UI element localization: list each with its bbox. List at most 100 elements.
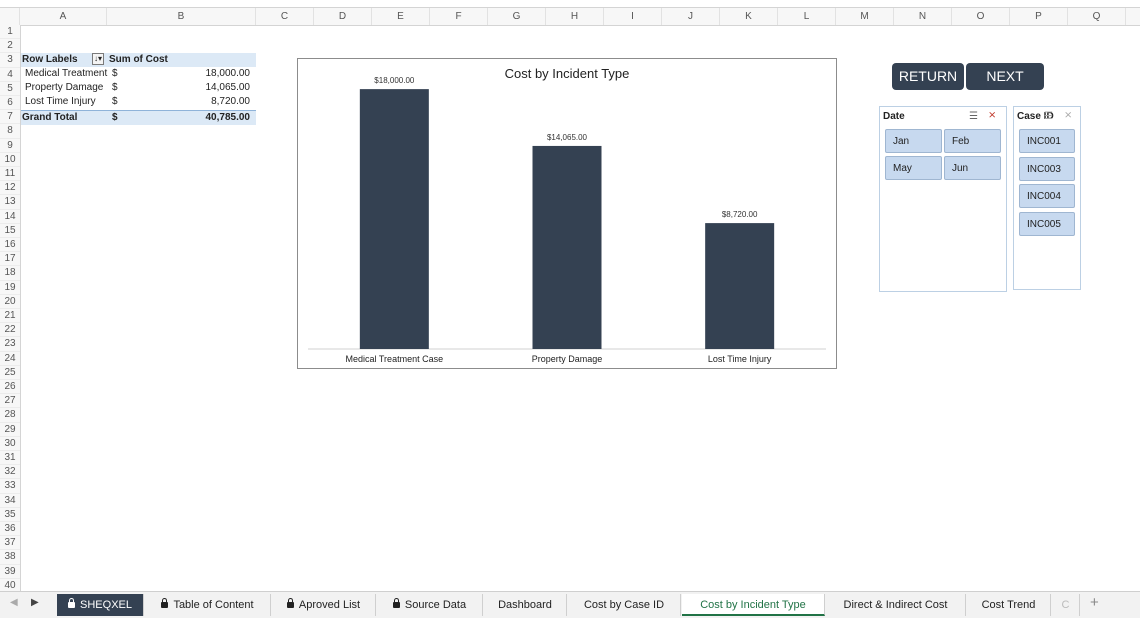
row-header[interactable]: 13 (0, 195, 20, 210)
sheet-tab-label: Cost by Case ID (583, 599, 665, 611)
row-header[interactable]: 35 (0, 508, 20, 522)
bar-data-label: $8,720.00 (722, 210, 758, 219)
row-header[interactable]: 24 (0, 352, 20, 366)
row-header[interactable]: 16 (0, 238, 20, 253)
next-button[interactable]: NEXT (966, 63, 1044, 90)
sheet-tab[interactable]: Cost by Case ID (568, 594, 681, 616)
row-header[interactable]: 29 (0, 423, 20, 437)
row-header[interactable]: 8 (0, 124, 20, 139)
pivot-row-currency: $ (112, 68, 118, 79)
case-slicer-item[interactable]: INC004 (1019, 184, 1075, 208)
column-header-i[interactable]: I (604, 8, 662, 25)
row-header[interactable]: 21 (0, 309, 20, 324)
column-header-e[interactable]: E (372, 8, 430, 25)
column-header-l[interactable]: L (778, 8, 836, 25)
case-id-slicer[interactable]: Case ID ☰ ⨯ INC001 INC003 INC004 INC005 (1013, 106, 1081, 290)
column-header-k[interactable]: K (720, 8, 778, 25)
column-header-a[interactable]: A (20, 8, 107, 25)
row-header[interactable]: 38 (0, 550, 20, 565)
row-header[interactable]: 11 (0, 167, 20, 182)
column-header-j[interactable]: J (662, 8, 720, 25)
case-slicer-item[interactable]: INC001 (1019, 129, 1075, 153)
row-header[interactable]: 33 (0, 479, 20, 494)
row-header[interactable]: 36 (0, 522, 20, 537)
row-header[interactable]: 28 (0, 408, 20, 423)
column-header-m[interactable]: M (836, 8, 894, 25)
multi-select-icon[interactable]: ☰ (969, 111, 978, 122)
column-header-q[interactable]: Q (1068, 8, 1126, 25)
filter-dropdown-icon[interactable]: ↓▾ (92, 53, 104, 65)
date-slicer-title: Date (883, 111, 905, 122)
chart-container[interactable]: Cost by Incident Type $18,000.00 Medical T… (297, 58, 837, 369)
sheet-tab[interactable]: Table of Content (145, 594, 271, 616)
row-header[interactable]: 15 (0, 224, 20, 238)
row-header[interactable]: 20 (0, 295, 20, 309)
sheet-tab[interactable]: Cost by Incident Type (682, 594, 825, 616)
clear-filter-icon[interactable]: ⨯ (1064, 110, 1072, 121)
bar (705, 223, 775, 349)
row-header[interactable]: 12 (0, 181, 20, 196)
sheet-tab[interactable]: Cost Trend (967, 594, 1051, 616)
date-slicer-item[interactable]: May (885, 156, 942, 180)
row-header[interactable]: 10 (0, 153, 20, 167)
select-all-corner[interactable] (0, 8, 20, 25)
date-slicer-item[interactable]: Jun (944, 156, 1001, 180)
sheet-tab[interactable]: C (1052, 594, 1080, 616)
date-slicer-item[interactable]: Feb (944, 129, 1001, 153)
column-header-f[interactable]: F (430, 8, 488, 25)
row-header[interactable]: 14 (0, 210, 20, 224)
add-sheet-icon[interactable]: + (1090, 594, 1099, 611)
column-header-c[interactable]: C (256, 8, 314, 25)
row-header[interactable]: 9 (0, 139, 20, 153)
row-header[interactable]: 19 (0, 281, 20, 295)
clear-filter-icon[interactable]: ⨯ (988, 110, 996, 121)
sheet-tab[interactable]: Aproved List (272, 594, 376, 616)
column-header-p[interactable]: P (1010, 8, 1068, 25)
tab-scroll-left-icon[interactable]: ◀ (10, 597, 18, 608)
x-tick-label: Lost Time Injury (708, 354, 772, 364)
pivot-row: Lost Time Injury $8,720.00 (21, 95, 256, 109)
row-header[interactable]: 17 (0, 252, 20, 267)
row-header[interactable]: 7 (0, 110, 20, 125)
case-slicer-item[interactable]: INC005 (1019, 211, 1075, 236)
row-header[interactable]: 5 (0, 82, 20, 96)
row-header[interactable]: 31 (0, 451, 20, 466)
column-header-n[interactable]: N (894, 8, 952, 25)
column-header-g[interactable]: G (488, 8, 546, 25)
row-header[interactable]: 1 (0, 25, 20, 40)
row-header[interactable]: 40 (0, 579, 20, 591)
column-header-b[interactable]: B (107, 8, 256, 25)
row-header[interactable]: 37 (0, 536, 20, 551)
row-header[interactable]: 34 (0, 494, 20, 508)
row-header[interactable]: 22 (0, 323, 20, 338)
tab-scroll-right-icon[interactable]: ▶ (31, 597, 39, 608)
row-header[interactable]: 2 (0, 39, 20, 54)
multi-select-icon[interactable]: ☰ (1044, 111, 1053, 122)
chart-title: Cost by Incident Type (505, 66, 630, 81)
case-slicer-item[interactable]: INC003 (1019, 156, 1075, 181)
column-header-o[interactable]: O (952, 8, 1010, 25)
row-header[interactable]: 32 (0, 465, 20, 480)
column-header-d[interactable]: D (314, 8, 372, 25)
row-header[interactable]: 4 (0, 68, 20, 82)
pivot-row-labels-header: Row Labels (22, 54, 78, 65)
row-header[interactable]: 25 (0, 366, 20, 380)
sheet-tab[interactable]: Direct & Indirect Cost (826, 594, 966, 616)
row-header[interactable]: 30 (0, 437, 20, 451)
pivot-row: Property Damage $14,065.00 (21, 81, 256, 95)
row-header[interactable]: 23 (0, 337, 20, 352)
column-header-h[interactable]: H (546, 8, 604, 25)
row-header[interactable]: 18 (0, 266, 20, 281)
row-header[interactable]: 6 (0, 96, 20, 111)
sheet-tab[interactable]: Dashboard (484, 594, 567, 616)
row-header[interactable]: 3 (0, 53, 20, 68)
sheet-tab[interactable]: Source Data (377, 594, 483, 616)
date-slicer-item[interactable]: Jan (885, 129, 942, 153)
row-header[interactable]: 27 (0, 394, 20, 409)
return-button[interactable]: RETURN (892, 63, 964, 90)
pivot-total-currency: $ (112, 112, 118, 123)
row-header[interactable]: 39 (0, 565, 20, 579)
sheet-tab[interactable]: SHEQXEL (57, 594, 144, 616)
row-header[interactable]: 26 (0, 380, 20, 395)
date-slicer[interactable]: Date ☰ ⨯ Jan Feb May Jun (879, 106, 1007, 292)
